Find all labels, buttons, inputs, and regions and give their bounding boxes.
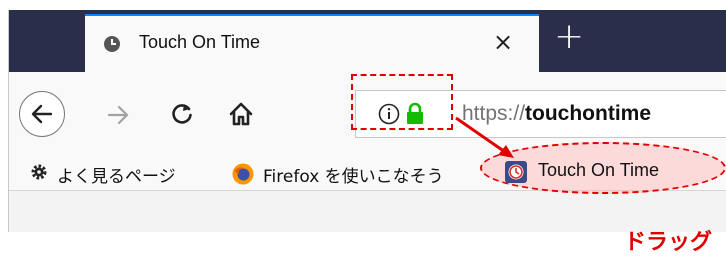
close-tab-button[interactable]: × — [493, 28, 513, 56]
new-tab-button[interactable]: + — [554, 16, 584, 57]
drag-caption: ドラッグ — [624, 230, 713, 255]
site-identity-highlight — [351, 74, 453, 130]
gear-icon — [31, 164, 47, 180]
touch-on-time-icon — [505, 161, 527, 183]
tab-title: Touch On Time — [139, 32, 261, 52]
tab-touch-on-time[interactable]: Touch On Time × — [85, 14, 539, 72]
home-button[interactable] — [227, 100, 255, 128]
reload-button[interactable] — [169, 101, 195, 127]
back-arrow-icon — [31, 104, 53, 124]
firefox-icon — [232, 163, 254, 185]
back-button[interactable] — [19, 91, 65, 137]
url-text[interactable]: https://touchontime — [462, 102, 651, 126]
bookmark-label: Touch On Time — [538, 160, 660, 180]
bookmark-label: よく見るページ — [57, 167, 176, 187]
url-host: touchontime — [525, 102, 652, 125]
clock-icon — [104, 36, 120, 52]
tab-strip: Touch On Time × + — [9, 10, 726, 72]
bookmark-label: Firefox を使いこなそう — [263, 167, 444, 187]
forward-button[interactable] — [105, 102, 131, 128]
url-scheme: https:// — [462, 102, 526, 125]
